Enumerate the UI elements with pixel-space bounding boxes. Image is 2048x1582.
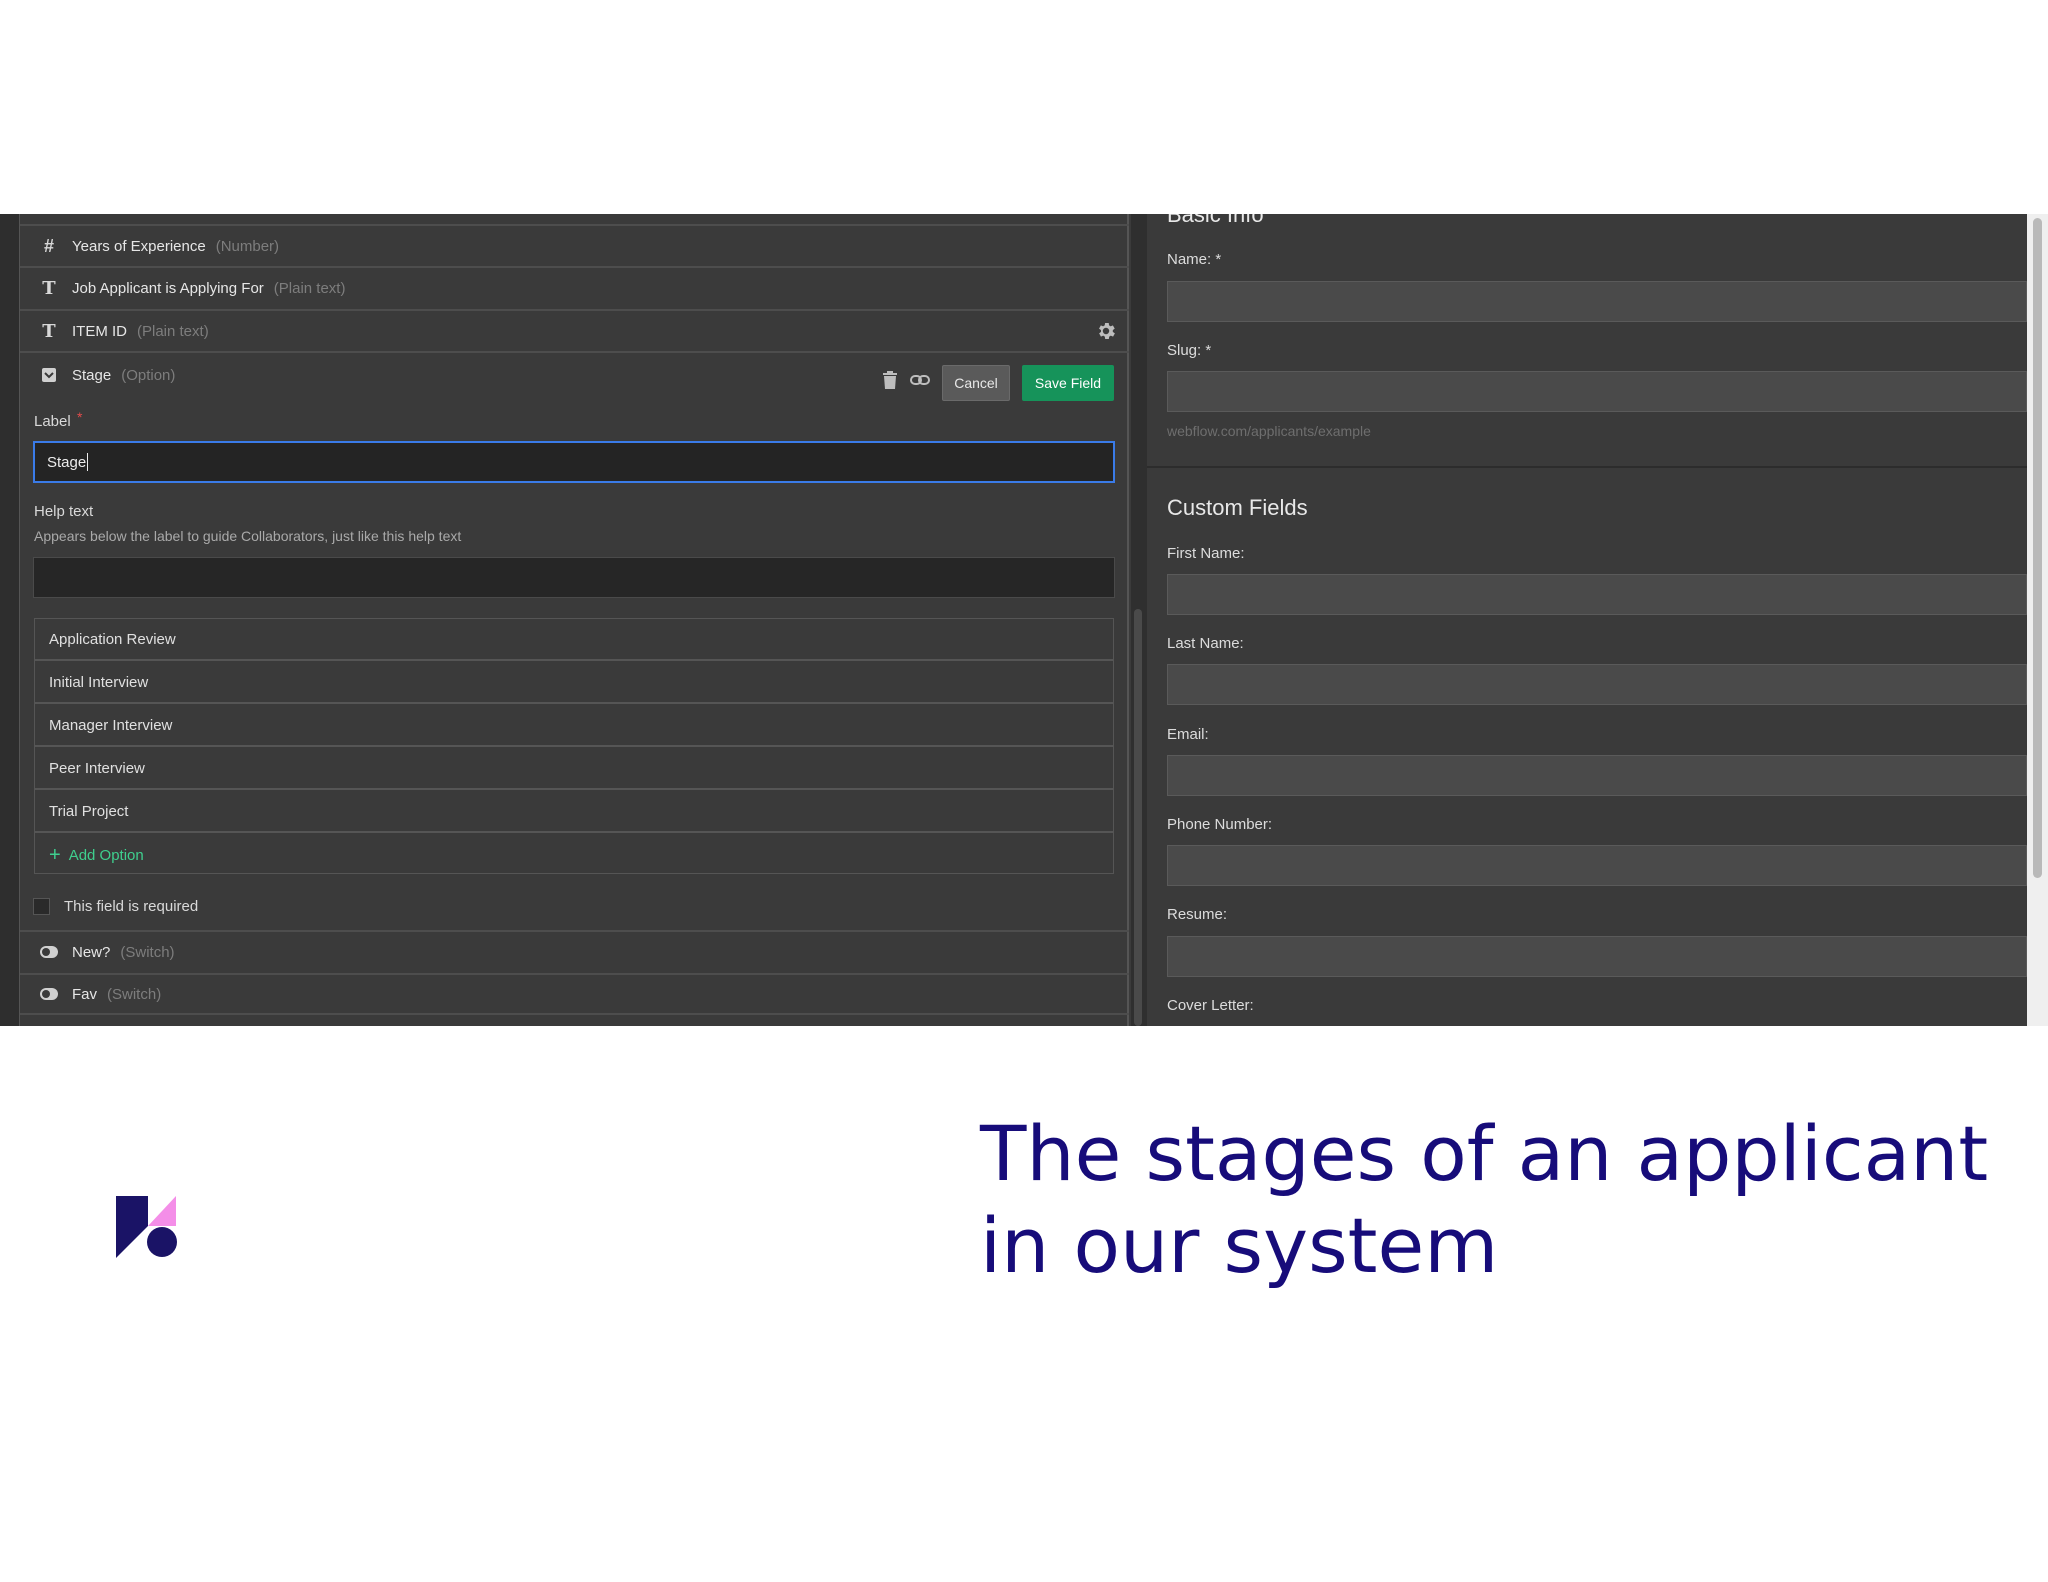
required-asterisk: * [77,409,83,425]
field-type: (Switch) [107,985,162,1003]
add-option-button[interactable]: + Add Option [35,834,1113,876]
field-name: ITEM ID [72,322,127,340]
field-type: (Plain text) [137,322,209,340]
field-type: (Option) [121,366,176,384]
switch-toggle-icon [38,941,60,963]
option-item[interactable]: Application Review [35,619,1113,661]
dropdown-option-icon [38,364,60,386]
phone-number-input[interactable] [1167,845,2027,886]
field-type: (Plain text) [273,279,346,297]
gear-icon[interactable] [1095,320,1117,342]
help-text-input[interactable] [33,557,1115,598]
custom-fields-heading: Custom Fields [1167,495,1308,520]
plus-icon: + [49,843,61,866]
cancel-button[interactable]: Cancel [942,365,1010,401]
first-name-label: First Name: [1167,545,1245,562]
label-input[interactable]: Stage [33,441,1115,483]
field-name: Job Applicant is Applying For [72,279,264,297]
option-item[interactable]: Manager Interview [35,705,1113,747]
field-name: Fav [72,985,98,1003]
option-item[interactable]: Peer Interview [35,748,1113,790]
last-name-input[interactable] [1167,664,2027,705]
field-row-fav[interactable]: Fav (Switch) [20,973,1129,1015]
required-checkbox-label: This field is required [64,898,199,915]
name-label: Name: * [1167,251,1222,268]
panel-scrollbar-thumb[interactable] [1134,609,1142,1026]
first-name-input[interactable] [1167,574,2027,615]
resume-label: Resume: [1167,906,1228,923]
text-type-icon: T [42,320,56,342]
options-list: Application Review Initial Interview Man… [34,618,1114,874]
text-cursor [87,453,89,471]
field-row-item-id[interactable]: T ITEM ID (Plain text) [20,309,1129,351]
slug-label: Slug: * [1167,342,1212,359]
option-item[interactable]: Trial Project [35,791,1113,833]
field-row-job-applicant[interactable]: T Job Applicant is Applying For (Plain t… [20,266,1129,308]
label-input-value: Stage [47,453,87,471]
resume-input[interactable] [1167,936,2027,977]
caption-line-1: The stages of an applicant [980,1109,1989,1198]
required-checkbox[interactable] [33,898,50,915]
switch-toggle-icon [38,983,60,1005]
label-caption: Label [34,413,71,430]
field-name: Stage [72,366,112,384]
phone-number-label: Phone Number: [1167,816,1273,833]
slide-caption: The stages of an applicant in our system [980,1108,2030,1292]
email-label: Email: [1167,726,1209,743]
item-editor-panel [1147,214,2027,1026]
field-type: (Switch) [120,943,175,961]
text-type-icon: T [42,277,56,299]
slug-hint: webflow.com/applicants/example [1167,423,1371,439]
trash-icon[interactable] [881,370,899,390]
slug-input[interactable] [1167,371,2027,412]
last-name-label: Last Name: [1167,635,1244,652]
right-scrollbar-thumb[interactable] [2033,218,2042,878]
hash-icon: # [43,235,54,256]
help-text-caption: Help text [34,503,94,520]
field-row-new[interactable]: New? (Switch) [20,930,1129,972]
email-input[interactable] [1167,755,2027,796]
link-icon[interactable] [910,372,930,388]
add-option-label: Add Option [68,846,144,864]
cover-letter-label: Cover Letter: [1167,997,1254,1014]
save-field-button[interactable]: Save Field [1022,365,1114,401]
caption-line-2: in our system [980,1201,1499,1290]
brand-logo [116,1196,177,1258]
help-text-description: Appears below the label to guide Collabo… [34,528,462,544]
slide: # Years of Experience (Number) T Job App… [0,0,2048,1582]
left-edge-gutter [0,214,20,1026]
name-input[interactable] [1167,281,2027,322]
section-divider [1147,466,2027,468]
field-name: Years of Experience [72,237,206,255]
field-type: (Number) [215,237,280,255]
field-row-years-of-experience[interactable]: # Years of Experience (Number) [20,224,1129,266]
basic-info-heading: Basic Info [1167,214,1264,227]
option-item[interactable]: Initial Interview [35,662,1113,704]
field-name: New? [72,943,111,961]
cms-screenshot: # Years of Experience (Number) T Job App… [0,214,2048,1026]
